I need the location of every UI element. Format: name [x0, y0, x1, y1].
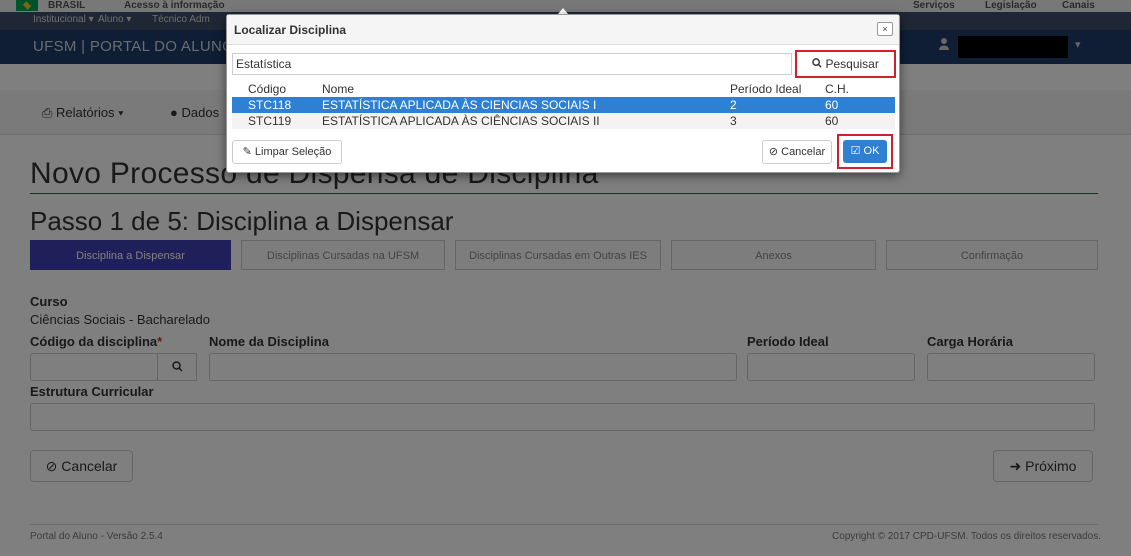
search-button[interactable]: Pesquisar	[795, 50, 896, 78]
table-row[interactable]: STC119 ESTATÍSTICA APLICADA ÀS CIÊNCIAS …	[232, 113, 895, 129]
modal-title: Localizar Disciplina	[234, 23, 347, 37]
modal-cancel-label: Cancelar	[781, 146, 826, 158]
ok-label: OK	[863, 145, 880, 157]
cell-code: STC118	[232, 97, 322, 113]
modal-header: Localizar Disciplina ×	[227, 15, 899, 45]
clear-selection-button[interactable]: ✎ Limpar Seleção	[232, 140, 342, 164]
column-header: Período Ideal	[730, 82, 802, 96]
ok-button[interactable]: ☑ OK	[843, 140, 887, 163]
table-row[interactable]: STC118 ESTATÍSTICA APLICADA ÀS CIENCIAS …	[232, 97, 895, 113]
ban-icon: ⊘	[768, 146, 779, 158]
column-header: C.H.	[825, 82, 849, 96]
eraser-icon: ✎	[242, 146, 252, 158]
clear-selection-label: Limpar Seleção	[254, 146, 332, 158]
ok-highlight: ☑ OK	[837, 134, 893, 169]
search-icon	[812, 58, 822, 68]
cell-hours: 60	[825, 97, 895, 113]
check-square-icon: ☑	[850, 145, 861, 157]
close-icon[interactable]: ×	[877, 22, 893, 36]
cell-name: ESTATÍSTICA APLICADA ÀS CIENCIAS SOCIAIS…	[322, 97, 730, 113]
results-table: Código Nome Período Ideal C.H. STC118 ES…	[232, 81, 895, 129]
table-header: Código Nome Período Ideal C.H.	[232, 81, 895, 97]
search-input[interactable]: Estatística	[232, 53, 792, 75]
modal-cancel-button[interactable]: ⊘ Cancelar	[762, 140, 832, 164]
search-button-label: Pesquisar	[825, 57, 879, 71]
cell-period: 3	[730, 113, 825, 129]
cell-name: ESTATÍSTICA APLICADA ÀS CIÊNCIAS SOCIAIS…	[322, 113, 730, 129]
cell-hours: 60	[825, 113, 895, 129]
cell-code: STC119	[232, 113, 322, 129]
column-header: Código	[248, 82, 287, 96]
find-course-modal: Localizar Disciplina × Estatística Pesqu…	[226, 14, 900, 173]
column-header: Nome	[322, 82, 355, 96]
cell-period: 2	[730, 97, 825, 113]
